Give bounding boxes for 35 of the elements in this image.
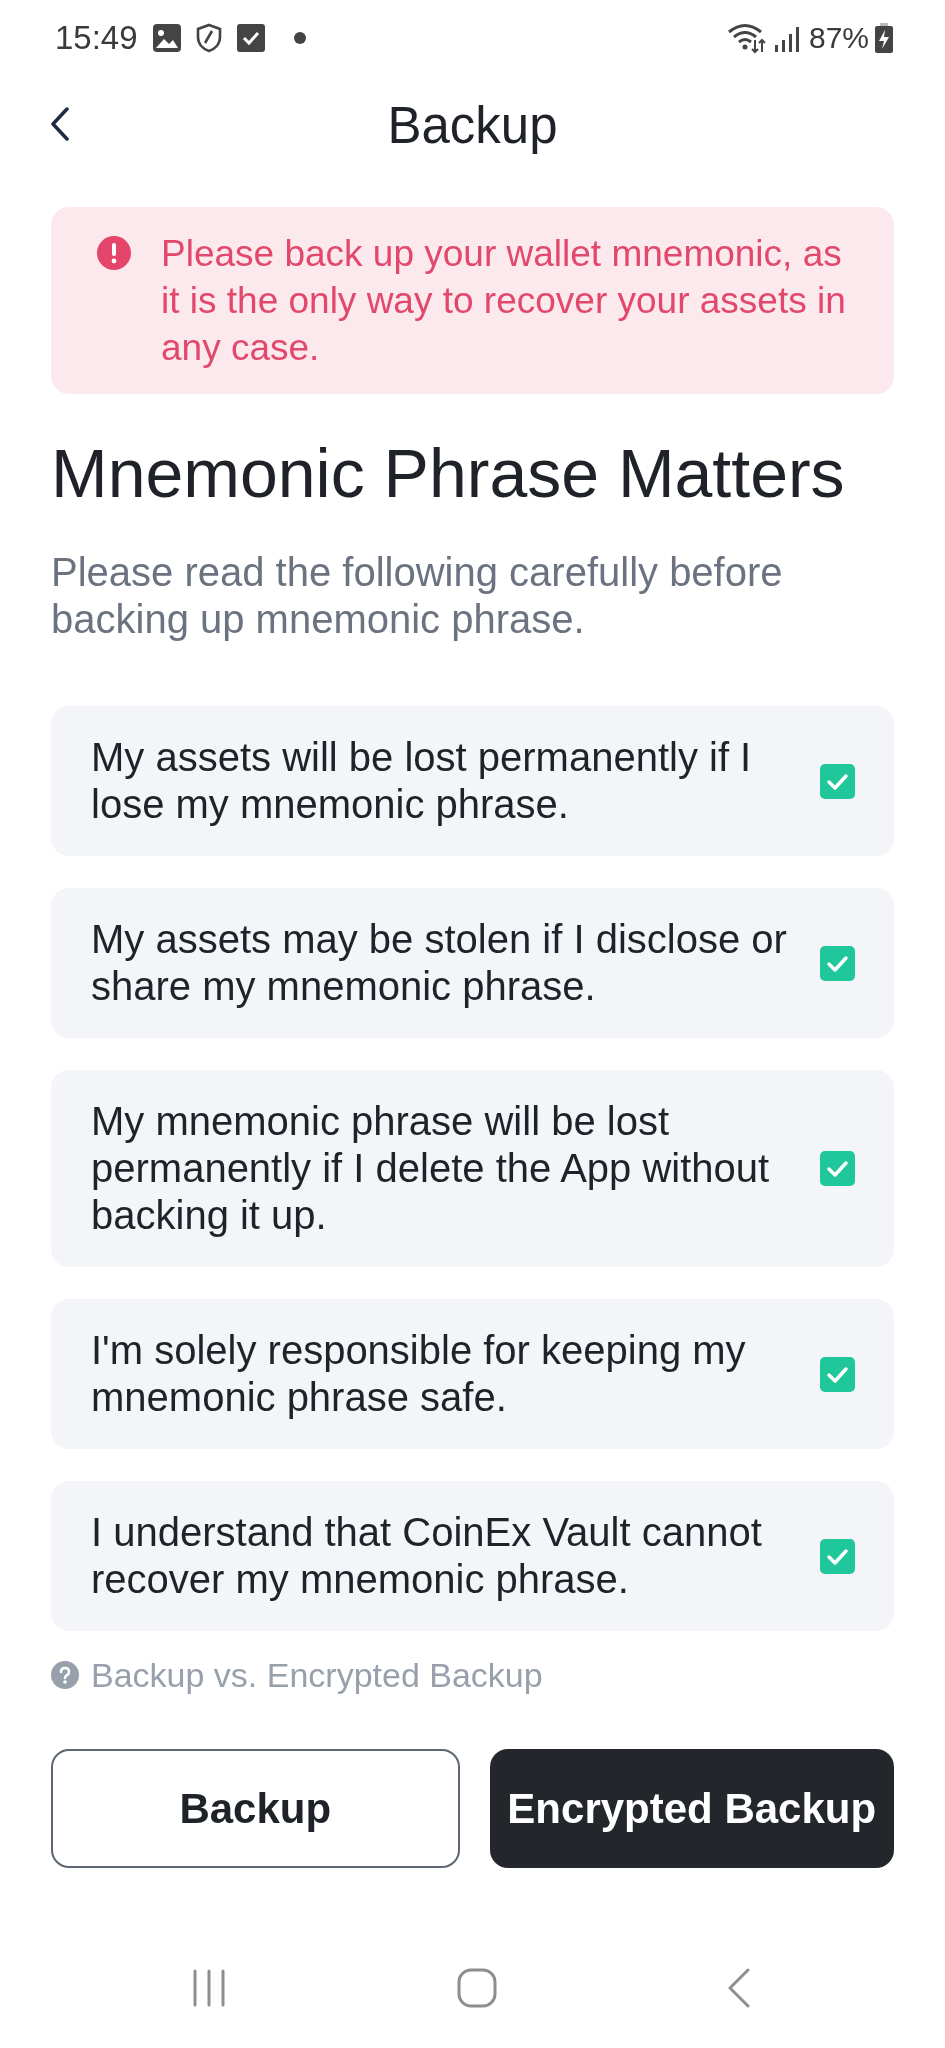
dot-icon bbox=[293, 31, 306, 44]
shield-icon bbox=[195, 22, 222, 53]
battery-percentage: 87% bbox=[808, 20, 869, 55]
battery-charging-icon bbox=[875, 22, 893, 53]
encrypted-backup-button[interactable]: Encrypted Backup bbox=[489, 1749, 894, 1868]
checkbox-checked-icon[interactable] bbox=[820, 1538, 855, 1574]
back-icon[interactable] bbox=[50, 107, 70, 141]
wifi-icon bbox=[726, 21, 767, 54]
checklist-item[interactable]: My assets will be lost permanently if I lose my mnemonic phrase. bbox=[51, 706, 894, 856]
checklist-text: My assets may be stolen if I disclose or share my mnemonic phrase. bbox=[91, 916, 788, 1010]
checkbox-checked-icon[interactable] bbox=[820, 945, 855, 981]
checklist-text: I understand that CoinEx Vault cannot recover my mnemonic phrase. bbox=[91, 1509, 763, 1603]
page-title: Backup bbox=[387, 95, 558, 155]
warning-message: Please back up your wallet mnemonic, as it is the only way to recover your assets in any case. bbox=[161, 232, 847, 370]
checklist-text: I'm solely responsible for keeping my mnemonic phrase safe. bbox=[91, 1327, 747, 1421]
checkbox-notification-icon bbox=[235, 22, 266, 53]
checklist-item[interactable]: I'm solely responsible for keeping my mnemonic phrase safe. bbox=[51, 1299, 894, 1449]
question-icon bbox=[51, 1661, 79, 1689]
checkbox-checked-icon[interactable] bbox=[820, 1356, 855, 1392]
home-icon[interactable] bbox=[457, 1968, 497, 2008]
checklist-item[interactable]: I understand that CoinEx Vault cannot recover my mnemonic phrase. bbox=[51, 1481, 894, 1631]
section-heading: Mnemonic Phrase Matters bbox=[51, 434, 846, 513]
checklist-item[interactable]: My assets may be stolen if I disclose or share my mnemonic phrase. bbox=[51, 888, 894, 1038]
checklist-item[interactable]: My mnemonic phrase will be lost permanently if I delete the App without backing it up. bbox=[51, 1070, 894, 1267]
checklist-text: My mnemonic phrase will be lost permanently if I delete the App without backing it up. bbox=[91, 1098, 771, 1239]
checkbox-checked-icon[interactable] bbox=[820, 1151, 855, 1186]
checklist-text: My assets will be lost permanently if I lose my mnemonic phrase. bbox=[91, 734, 753, 828]
status-time: 15:49 bbox=[55, 18, 138, 57]
exclamation-icon bbox=[97, 236, 131, 270]
checkbox-checked-icon[interactable] bbox=[820, 763, 855, 799]
back-nav-icon[interactable] bbox=[727, 1968, 751, 2008]
recent-apps-icon[interactable] bbox=[191, 1969, 227, 2007]
backup-button[interactable]: Backup bbox=[51, 1749, 460, 1868]
section-description: Please read the following carefully before backing up mnemonic phrase. bbox=[51, 549, 784, 643]
image-icon bbox=[151, 22, 182, 53]
